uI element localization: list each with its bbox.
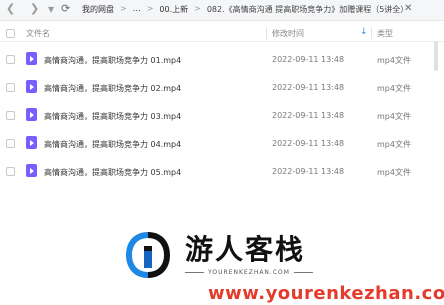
file-name[interactable]: 高情商沟通，提高职场竞争力 01.mp4 bbox=[44, 55, 181, 66]
refresh-icon[interactable]: ⟳ bbox=[61, 2, 70, 15]
row-checkbox[interactable] bbox=[6, 139, 15, 148]
decorative-line bbox=[293, 272, 313, 273]
video-file-icon bbox=[26, 108, 37, 121]
close-icon[interactable]: ✕ bbox=[404, 3, 412, 14]
watermark-subtitle-text: YOURENKEZHAN.COM bbox=[208, 269, 290, 276]
watermark-logo bbox=[124, 230, 172, 280]
video-file-icon bbox=[26, 164, 37, 177]
column-header-modified[interactable]: 修改时间 bbox=[272, 28, 304, 39]
history-dropdown-icon[interactable]: ▼ bbox=[48, 5, 54, 14]
forward-arrow-icon[interactable]: ❯ bbox=[30, 2, 39, 15]
row-checkbox[interactable] bbox=[6, 167, 15, 176]
video-file-icon bbox=[26, 136, 37, 149]
select-all-checkbox[interactable] bbox=[6, 29, 15, 38]
file-name[interactable]: 高情商沟通，提高职场竞争力 03.mp4 bbox=[44, 111, 181, 122]
video-file-icon bbox=[26, 80, 37, 93]
column-header-name[interactable]: 文件名 bbox=[26, 28, 50, 39]
file-row[interactable]: 高情商沟通，提高职场竞争力 05.mp4 2022-09-11 13:48 mp… bbox=[0, 157, 444, 185]
file-modified-time: 2022-09-11 13:48 bbox=[272, 111, 345, 120]
file-modified-time: 2022-09-11 13:48 bbox=[272, 139, 345, 148]
file-type: mp4文件 bbox=[377, 168, 411, 177]
file-type: mp4文件 bbox=[377, 84, 411, 93]
scrollbar[interactable] bbox=[434, 41, 438, 71]
column-divider[interactable] bbox=[371, 27, 372, 39]
watermark-url: www.yourenkezhan.com bbox=[208, 283, 444, 304]
column-header-type[interactable]: 类型 bbox=[377, 28, 393, 39]
breadcrumb-item-root[interactable]: 我的网盘 bbox=[82, 4, 114, 15]
file-modified-time: 2022-09-11 13:48 bbox=[272, 167, 345, 176]
back-arrow-icon[interactable]: ❮ bbox=[6, 2, 15, 15]
breadcrumb-item-current: 082.《高情商沟通 提高职场竞争力》加赠课程（5讲全） bbox=[206, 5, 409, 14]
breadcrumb-item-folder[interactable]: 00.上新 bbox=[159, 4, 188, 15]
file-modified-time: 2022-09-11 13:48 bbox=[272, 83, 345, 92]
file-name[interactable]: 高情商沟通，提高职场竞争力 05.mp4 bbox=[44, 167, 181, 178]
breadcrumb-item-ellipsis[interactable]: … bbox=[133, 4, 141, 15]
watermark-title: 游人客栈 bbox=[185, 233, 306, 266]
breadcrumb-separator: > bbox=[120, 4, 127, 13]
file-row[interactable]: 高情商沟通，提高职场竞争力 01.mp4 2022-09-11 13:48 mp… bbox=[0, 45, 444, 73]
video-file-icon bbox=[26, 52, 37, 65]
breadcrumb-separator: > bbox=[194, 4, 201, 13]
file-name[interactable]: 高情商沟通，提高职场竞争力 02.mp4 bbox=[44, 83, 181, 94]
file-type: mp4文件 bbox=[377, 140, 411, 149]
row-checkbox[interactable] bbox=[6, 111, 15, 120]
toolbar: ❮ ❯ ▼ ⟳ 我的网盘 > … > 00.上新 > 082.《高情商沟通 提高… bbox=[0, 0, 444, 21]
file-type: mp4文件 bbox=[377, 56, 411, 65]
file-list-header: 文件名 修改时间 ↓ 类型 bbox=[0, 25, 444, 42]
column-divider[interactable] bbox=[266, 27, 267, 39]
watermark-subtitle: YOURENKEZHAN.COM bbox=[185, 269, 313, 276]
breadcrumb: 我的网盘 > … > 00.上新 > 082.《高情商沟通 提高职场竞争力》加赠… bbox=[82, 4, 408, 15]
row-checkbox[interactable] bbox=[6, 83, 15, 92]
file-name[interactable]: 高情商沟通，提高职场竞争力 04.mp4 bbox=[44, 139, 181, 150]
file-type: mp4文件 bbox=[377, 112, 411, 121]
row-checkbox[interactable] bbox=[6, 55, 15, 64]
file-row[interactable]: 高情商沟通，提高职场竞争力 04.mp4 2022-09-11 13:48 mp… bbox=[0, 129, 444, 157]
file-modified-time: 2022-09-11 13:48 bbox=[272, 55, 345, 64]
decorative-line bbox=[185, 272, 205, 273]
sort-descending-icon[interactable]: ↓ bbox=[360, 27, 368, 37]
breadcrumb-separator: > bbox=[146, 4, 154, 13]
file-row[interactable]: 高情商沟通，提高职场竞争力 03.mp4 2022-09-11 13:48 mp… bbox=[0, 101, 444, 129]
file-row[interactable]: 高情商沟通，提高职场竞争力 02.mp4 2022-09-11 13:48 mp… bbox=[0, 73, 444, 101]
